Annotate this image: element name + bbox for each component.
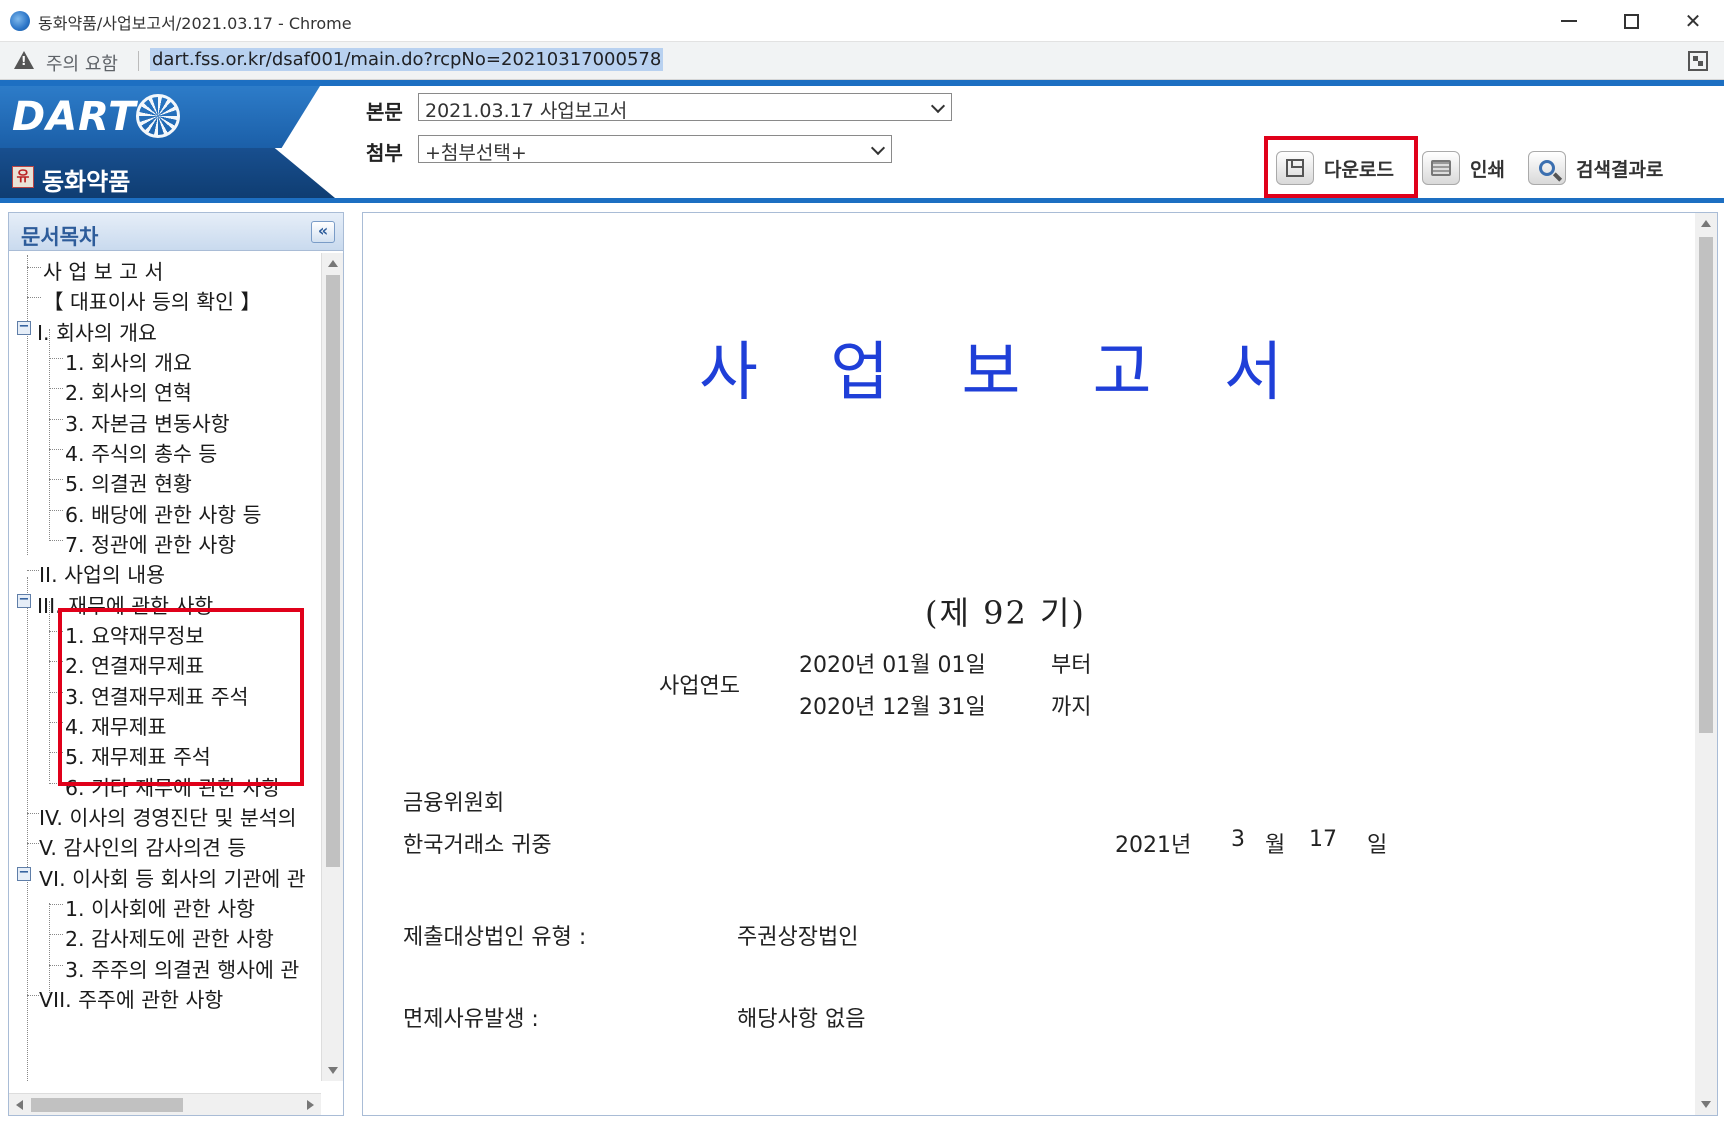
tree-guide: [49, 601, 50, 781]
main-doc-label: 본문: [366, 100, 403, 124]
period-from-label: 부터: [1051, 653, 1092, 678]
chevron-down-icon: [870, 140, 886, 156]
window-titlebar: 동화약품/사업보고서/2021.03.17 - Chrome ✕: [0, 0, 1724, 42]
company-name: 동화약품: [42, 168, 131, 196]
toc-tree: 사 업 보 고 서 【 대표이사 등의 확인 】 − I. 회사의 개요 1. …: [9, 253, 321, 1081]
qr-code-icon[interactable]: [1688, 51, 1708, 71]
tree-guide: [27, 873, 28, 1081]
attachment-select-value: +첨부선택+: [425, 142, 527, 164]
fiscal-year-label: 사업연도: [659, 674, 740, 699]
toc-header: 문서목차 «: [9, 213, 343, 251]
collapse-node-icon[interactable]: −: [17, 866, 31, 881]
day-label: 일: [1367, 833, 1388, 858]
warning-icon[interactable]: [14, 51, 34, 69]
address-bar: 주의 요함 dart.fss.or.kr/dsaf001/main.do?rcp…: [0, 42, 1724, 80]
attachment-label: 첨부: [366, 141, 403, 165]
url-field[interactable]: dart.fss.or.kr/dsaf001/main.do?rcpNo=202…: [150, 48, 664, 71]
dart-favicon-icon: [10, 11, 30, 31]
toc-horizontal-scrollbar[interactable]: [9, 1093, 321, 1115]
scrollbar-thumb[interactable]: [326, 275, 340, 867]
document-vertical-scrollbar[interactable]: [1695, 213, 1717, 1115]
window-title: 동화약품/사업보고서/2021.03.17 - Chrome: [38, 14, 352, 33]
header-bottom-accent: [0, 198, 1724, 203]
highlight-download: [1264, 136, 1418, 198]
exemption-label: 면제사유발생 :: [403, 1007, 539, 1032]
collapse-node-icon[interactable]: −: [17, 593, 31, 608]
tree-guide: [27, 577, 28, 877]
logo-panel: DART 유 동화약품: [0, 86, 340, 198]
maximize-icon: [1623, 13, 1639, 29]
company-market-badge: 유: [12, 166, 34, 188]
address-separator: [138, 51, 139, 71]
corp-type-value: 주권상장법인: [737, 925, 859, 950]
maximize-button[interactable]: [1600, 0, 1662, 42]
scroll-down-icon[interactable]: [328, 1067, 338, 1074]
submit-year: 2021년: [1115, 833, 1192, 858]
printer-icon: [1422, 151, 1460, 185]
collapse-sidebar-button[interactable]: «: [311, 221, 335, 243]
submit-day: 17: [1309, 827, 1337, 852]
dart-logo-wheel-icon: [136, 94, 180, 138]
recipient-krx: 한국거래소 귀중: [403, 833, 552, 858]
month-label: 월: [1265, 833, 1286, 858]
document-viewer: 사 업 보 고 서 (제 92 기) 사업연도 2020년 01월 01일 부터…: [362, 212, 1718, 1116]
scroll-left-icon[interactable]: [16, 1100, 23, 1110]
tree-guide: [49, 329, 50, 539]
toc-title: 문서목차: [21, 225, 99, 249]
period-start: 2020년 01월 01일: [799, 653, 986, 678]
magnifier-icon: [1528, 151, 1566, 185]
report-title: 사 업 보 고 서: [699, 336, 1309, 410]
main-doc-select[interactable]: 2021.03.17 사업보고서: [418, 93, 952, 122]
exemption-value: 해당사항 없음: [737, 1007, 866, 1032]
dart-logo[interactable]: DART: [12, 94, 136, 140]
scroll-up-icon[interactable]: [328, 260, 338, 267]
close-button[interactable]: ✕: [1662, 0, 1724, 42]
toc-vertical-scrollbar[interactable]: [321, 253, 343, 1081]
minimize-button[interactable]: [1538, 0, 1600, 42]
scroll-down-icon[interactable]: [1701, 1101, 1711, 1108]
print-button[interactable]: 인쇄: [1422, 148, 1505, 188]
fiscal-term: (제 92 기): [925, 594, 1086, 632]
dart-header: DART 유 동화약품 본문 2021.03.17 사업보고서 첨부 +첨부선택…: [0, 80, 1724, 203]
security-warning[interactable]: 주의 요함: [46, 50, 118, 76]
submit-month: 3: [1231, 827, 1245, 852]
main-doc-select-value: 2021.03.17 사업보고서: [425, 100, 628, 122]
search-results-button[interactable]: 검색결과로: [1528, 148, 1663, 188]
highlight-financial-statements: [58, 608, 304, 786]
recipient-fsc: 금융위원회: [403, 791, 505, 816]
print-label: 인쇄: [1470, 158, 1505, 181]
tree-guide: [49, 903, 50, 993]
minimize-icon: [1561, 20, 1577, 22]
close-icon: ✕: [1684, 9, 1702, 33]
scrollbar-thumb[interactable]: [31, 1098, 183, 1112]
scroll-up-icon[interactable]: [1701, 220, 1711, 227]
scroll-right-icon[interactable]: [307, 1100, 314, 1110]
toc-sidebar: 문서목차 « 사 업 보 고 서 【 대표이사 등의 확인 】 − I. 회사의…: [8, 212, 344, 1116]
chevron-down-icon: [930, 98, 946, 114]
scrollbar-thumb[interactable]: [1699, 237, 1713, 733]
tree-guide: [27, 255, 28, 555]
collapse-node-icon[interactable]: −: [17, 320, 31, 335]
period-end: 2020년 12월 31일: [799, 695, 986, 720]
attachment-select[interactable]: +첨부선택+: [418, 135, 892, 164]
period-to-label: 까지: [1051, 695, 1092, 720]
corp-type-label: 제출대상법인 유형 :: [403, 925, 587, 950]
search-results-label: 검색결과로: [1576, 158, 1664, 181]
